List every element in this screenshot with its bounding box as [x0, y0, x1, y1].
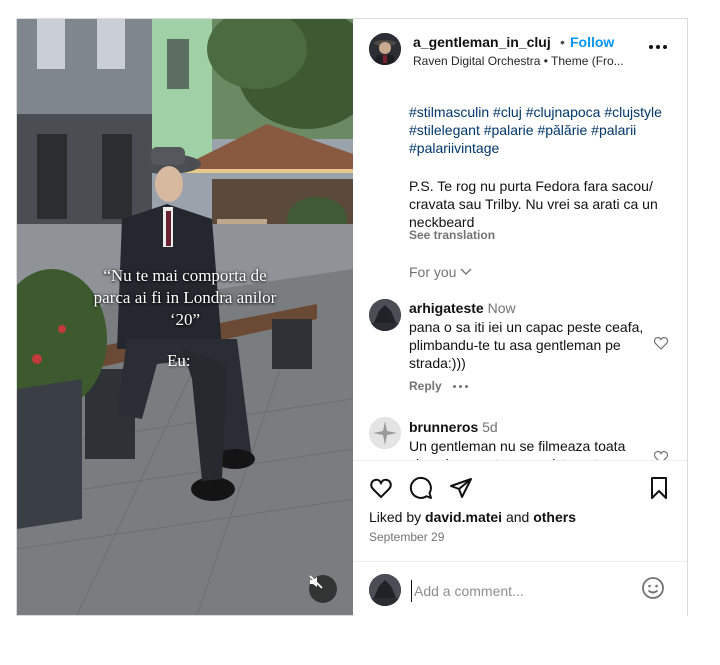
hashtag-link[interactable]: #pălărie	[537, 122, 587, 138]
comment-time[interactable]: 5d	[482, 419, 498, 435]
comment-more-icon[interactable]	[453, 385, 468, 388]
profile-photo	[369, 299, 401, 331]
post-video[interactable]: “Nu te mai comporta de parca ai fi in Lo…	[17, 19, 353, 615]
audio-subtitle[interactable]: Raven Digital Orchestra • Theme (Fro...	[413, 54, 645, 68]
comment-text: pana o sa iti iei un capac peste ceafa, …	[409, 319, 644, 371]
avatar	[369, 574, 401, 606]
overlay-line: parca ai fi in Londra anilor	[93, 288, 277, 307]
comments-scroll-area[interactable]: #stilmasculin #cluj #clujnapoca #clujsty…	[353, 77, 687, 460]
hashtag-link[interactable]: #palarii	[591, 122, 636, 138]
see-translation-link[interactable]: See translation	[409, 228, 495, 242]
post-header: a_gentleman_in_cluj • Follow Raven Digit…	[353, 19, 687, 77]
video-overlay-eu: Eu:	[167, 351, 191, 370]
profile-photo	[369, 574, 401, 606]
liked-user-link[interactable]: david.matei	[425, 509, 502, 525]
comment-time[interactable]: Now	[488, 300, 516, 316]
avatar[interactable]	[369, 33, 401, 65]
bookmark-icon[interactable]	[647, 476, 671, 500]
profile-photo	[369, 33, 401, 65]
hashtag-link[interactable]: #cluj	[493, 104, 522, 120]
add-comment-row	[353, 561, 687, 617]
hashtag-link[interactable]: #palarie	[484, 122, 534, 138]
avatar[interactable]	[369, 299, 401, 331]
separator-dot: •	[560, 34, 565, 50]
comment-text: Un gentleman nu se filmeaza toata ziua s…	[409, 438, 626, 460]
comment-username[interactable]: brunneros	[409, 419, 478, 435]
comment-header: arhigateste Now	[409, 300, 516, 316]
more-options-icon[interactable]	[649, 41, 671, 53]
hashtag-link[interactable]: #clujstyle	[604, 104, 662, 120]
post-author-username[interactable]: a_gentleman_in_cluj	[413, 34, 551, 50]
reply-button[interactable]: Reply	[409, 379, 442, 393]
hashtag-link[interactable]: #clujnapoca	[526, 104, 601, 120]
comment-icon[interactable]	[409, 476, 433, 500]
liked-others-link[interactable]: others	[533, 509, 576, 525]
mute-button[interactable]	[309, 575, 337, 603]
profile-photo	[369, 417, 401, 449]
paper-plane-icon[interactable]	[449, 476, 473, 500]
hashtag-link[interactable]: #stilelegant	[409, 122, 480, 138]
heart-icon[interactable]	[369, 476, 393, 500]
post-dialog: “Nu te mai comporta de parca ai fi in Lo…	[16, 18, 688, 616]
post-side-panel: a_gentleman_in_cluj • Follow Raven Digit…	[353, 19, 687, 616]
comment-sort-label: For you	[409, 264, 457, 280]
avatar[interactable]	[369, 417, 401, 449]
liked-by-summary: Liked by david.matei and others	[369, 509, 576, 525]
comment-username[interactable]: arhigateste	[409, 300, 484, 316]
hashtag-link[interactable]: #stilmasculin	[409, 104, 489, 120]
video-overlay-text: “Nu te mai comporta de parca ai fi in Lo…	[65, 265, 305, 331]
overlay-line: ‘20”	[169, 310, 201, 329]
caption-ps-text: P.S. Te rog nu purta Fedora fara sacou/ …	[409, 178, 658, 230]
speaker-muted-icon	[309, 575, 323, 589]
chevron-down-icon	[460, 268, 472, 275]
smiley-icon[interactable]	[641, 576, 665, 600]
heart-icon[interactable]	[653, 335, 669, 351]
post-date[interactable]: September 29	[369, 530, 444, 544]
liked-and: and	[502, 509, 534, 525]
hashtag-link[interactable]: #palariivintage	[409, 140, 499, 156]
caption-hashtags: #stilmasculin #cluj #clujnapoca #clujsty…	[409, 103, 671, 157]
liked-prefix: Liked by	[369, 509, 426, 525]
comment-sort-dropdown[interactable]: For you	[409, 264, 472, 280]
post-actions-bar: Liked by david.matei and others Septembe…	[353, 460, 687, 616]
heart-icon[interactable]	[653, 449, 669, 460]
overlay-line: “Nu te mai comporta de	[103, 266, 267, 285]
follow-button[interactable]: Follow	[570, 34, 614, 50]
comment-header: brunneros 5d	[409, 419, 498, 435]
add-comment-input[interactable]	[411, 580, 636, 602]
